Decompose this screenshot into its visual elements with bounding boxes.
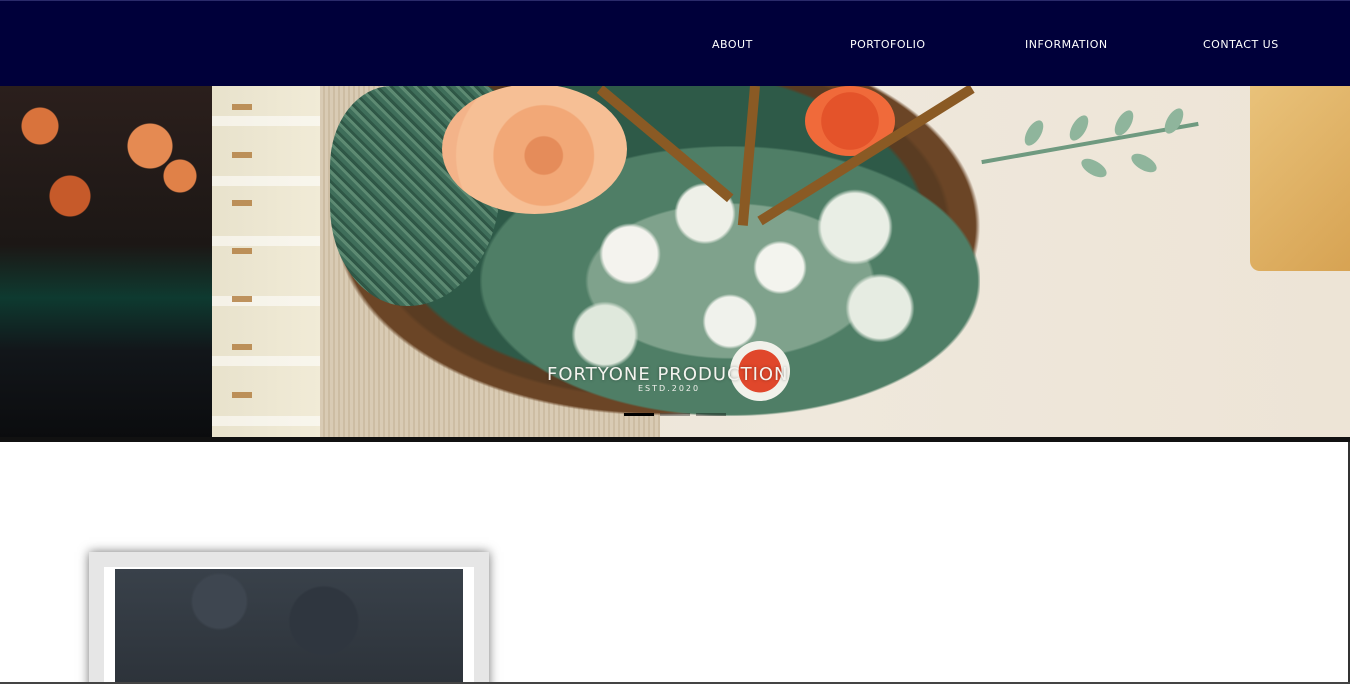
top-navbar: ABOUT PORTOFOLIO INFORMATION CONTACT US <box>0 0 1350 86</box>
carousel-indicator[interactable] <box>624 413 654 416</box>
nav-link-portfolio[interactable]: PORTOFOLIO <box>850 38 926 51</box>
hero-photo-fabric <box>0 86 212 439</box>
hero-brand-title: FORTYONE PRODUCTION <box>547 364 789 385</box>
portfolio-card-image <box>115 569 463 684</box>
portfolio-card-frame <box>104 567 474 684</box>
nav-link-information[interactable]: INFORMATION <box>1025 38 1108 51</box>
hero-photo-lace-pattern <box>232 86 252 439</box>
hero-photo-leaf <box>1065 112 1093 144</box>
hero-photo-lace <box>212 86 332 439</box>
carousel-indicator[interactable] <box>696 413 726 416</box>
carousel-indicator[interactable] <box>660 413 690 416</box>
hero-photo-wood-block <box>1250 86 1350 271</box>
carousel-indicators <box>624 413 744 419</box>
hero-carousel[interactable]: FORTYONE PRODUCTION ESTD.2020 <box>0 86 1350 439</box>
hero-brand-established: ESTD.2020 <box>638 384 701 393</box>
hero-photo-leaf <box>1128 149 1160 177</box>
nav-link-contact-us[interactable]: CONTACT US <box>1203 38 1279 51</box>
nav-link-about[interactable]: ABOUT <box>712 38 753 51</box>
hero-bottom-border <box>0 437 1350 442</box>
portfolio-card[interactable] <box>89 552 489 684</box>
hero-photo-leaf <box>1020 117 1048 149</box>
hero-photo-leaf <box>1078 154 1110 182</box>
hero-photo-leaf <box>1160 105 1188 137</box>
hero-photo-rose <box>442 86 627 214</box>
